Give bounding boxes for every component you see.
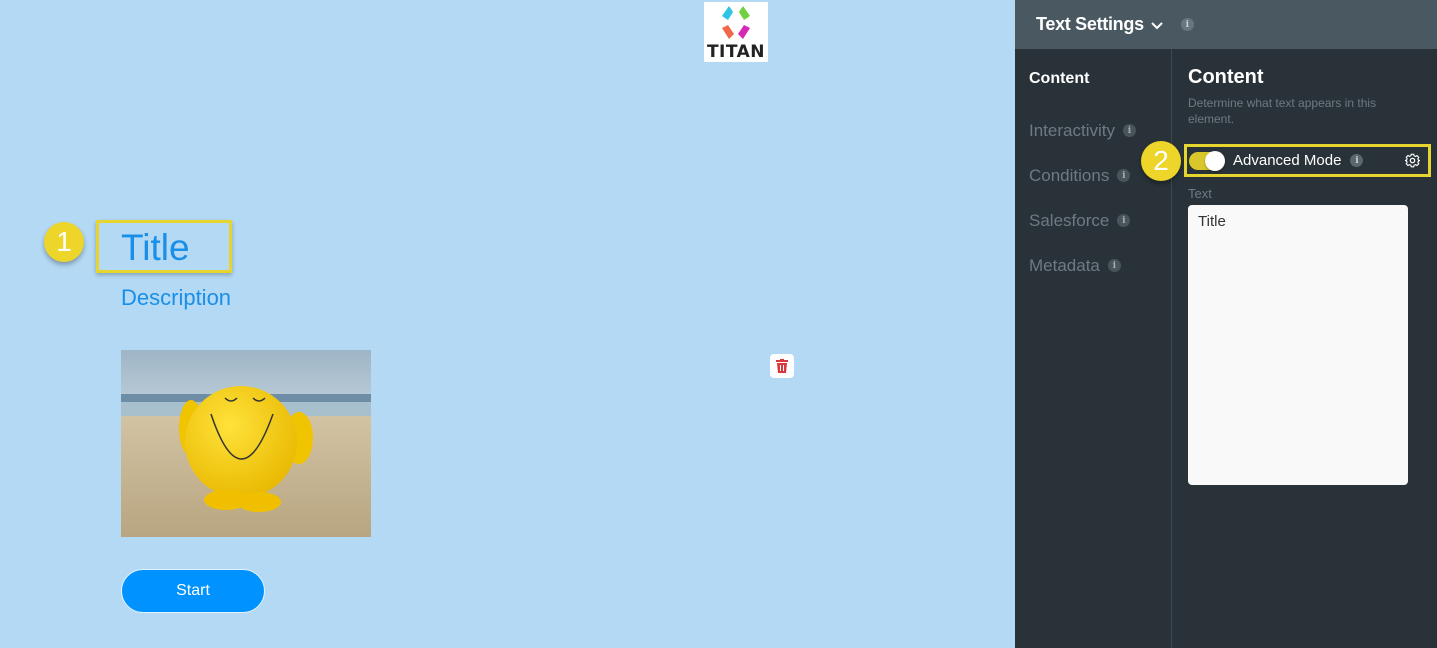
text-input[interactable] bbox=[1188, 205, 1408, 485]
nav-item-label: Metadata bbox=[1029, 255, 1100, 275]
content-section: Content Determine what text appears in t… bbox=[1188, 66, 1428, 127]
start-button[interactable]: Start bbox=[121, 569, 265, 613]
panel-header: Text Settings i bbox=[1015, 0, 1437, 49]
info-icon[interactable]: i bbox=[1117, 169, 1131, 182]
trash-icon bbox=[776, 359, 788, 373]
nav-item-conditions[interactable]: Conditions i bbox=[1029, 153, 1136, 198]
nav-item-label: Conditions bbox=[1029, 165, 1110, 185]
image-element[interactable] bbox=[121, 350, 371, 537]
nav-item-label: Salesforce bbox=[1029, 210, 1110, 230]
canvas: TITAN 1 Title Description Start bbox=[0, 0, 1015, 648]
nav-item-label: Interactivity bbox=[1029, 120, 1115, 140]
logo-text: TITAN bbox=[706, 42, 766, 62]
settings-nav: Content Interactivity i Conditions i Sal… bbox=[1029, 64, 1136, 288]
nav-item-label: Content bbox=[1029, 70, 1090, 87]
text-field-label: Text bbox=[1188, 186, 1212, 201]
info-icon[interactable]: i bbox=[1117, 214, 1131, 227]
titan-logo: TITAN bbox=[704, 2, 768, 62]
panel-title[interactable]: Text Settings bbox=[1036, 14, 1144, 35]
info-icon[interactable]: i bbox=[1122, 124, 1136, 137]
toggle-knob bbox=[1205, 150, 1225, 171]
chevron-down-icon[interactable] bbox=[1151, 21, 1163, 30]
callout-badge-2: 2 bbox=[1141, 141, 1181, 181]
content-title: Content bbox=[1188, 66, 1264, 88]
info-icon[interactable]: i bbox=[1180, 18, 1194, 31]
panel-divider bbox=[1171, 49, 1172, 648]
nav-item-content[interactable]: Content bbox=[1029, 64, 1136, 94]
nav-item-salesforce[interactable]: Salesforce i bbox=[1029, 198, 1136, 243]
advanced-mode-label: Advanced Mode bbox=[1233, 152, 1342, 169]
callout-badge-1: 1 bbox=[44, 222, 84, 262]
description-text-element[interactable]: Description bbox=[121, 285, 231, 311]
content-description: Determine what text appears in this elem… bbox=[1188, 96, 1377, 126]
info-icon[interactable]: i bbox=[1350, 154, 1364, 167]
gear-icon[interactable] bbox=[1405, 153, 1420, 168]
delete-button[interactable] bbox=[770, 354, 794, 378]
advanced-mode-toggle[interactable] bbox=[1189, 150, 1225, 171]
title-text-element[interactable]: Title bbox=[121, 226, 190, 270]
nav-item-metadata[interactable]: Metadata i bbox=[1029, 243, 1136, 288]
advanced-mode-row: Advanced Mode i bbox=[1184, 144, 1431, 177]
info-icon[interactable]: i bbox=[1107, 259, 1121, 272]
nav-item-interactivity[interactable]: Interactivity i bbox=[1029, 108, 1136, 153]
titan-logo-icon bbox=[722, 6, 750, 39]
smiley-photo bbox=[121, 350, 371, 537]
